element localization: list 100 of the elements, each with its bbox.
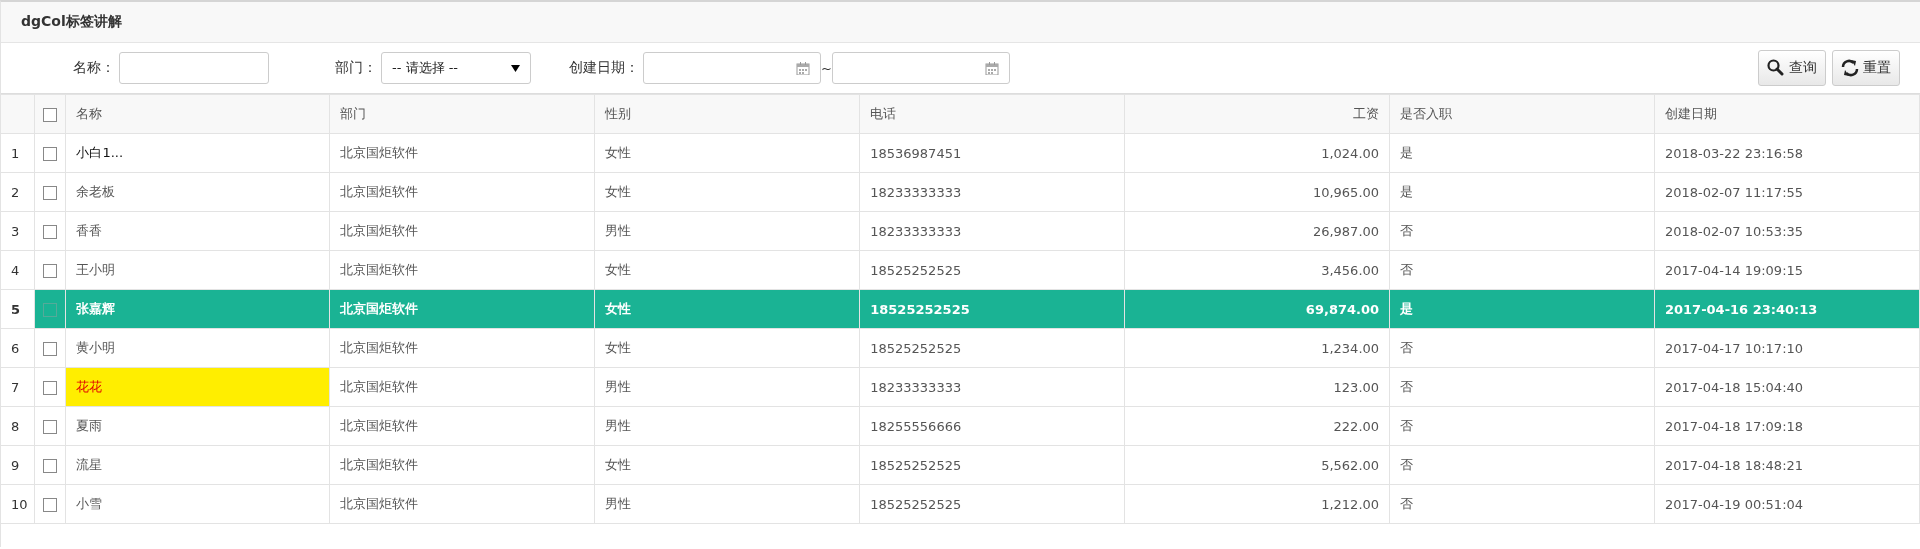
table-cell: 222.00 <box>1124 406 1390 446</box>
table-cell: 女性 <box>594 445 860 485</box>
table-cell: 北京国炬软件 <box>329 133 595 173</box>
table-row[interactable]: 1 小白1... 北京国炬软件 女性 18536987451 1,024.00 是 2018-03-22 23:16:58 <box>1 133 1920 173</box>
table-cell: 女性 <box>594 250 860 290</box>
table-cell: 2017-04-18 17:09:18 <box>1654 406 1920 446</box>
table-cell: 2018-02-07 11:17:55 <box>1654 172 1920 212</box>
date-field[interactable] <box>831 52 1010 84</box>
table-cell: 否 <box>1389 328 1655 368</box>
column-header[interactable]: 工资 <box>1124 94 1390 134</box>
table-cell: 北京国炬软件 <box>329 445 595 485</box>
column-header[interactable]: 创建日期 <box>1654 94 1920 134</box>
table-cell: 张嘉辉 <box>65 289 330 329</box>
column-header[interactable]: 名称 <box>65 94 330 134</box>
panel-title: dgCol标签讲解 <box>21 13 122 31</box>
table-cell: 18525252525 <box>859 445 1125 485</box>
dropdown[interactable]: -- 请选择 -- <box>381 52 531 84</box>
table-cell: 北京国炬软件 <box>329 484 595 524</box>
table-cell: 18233333333 <box>859 172 1125 212</box>
column-header[interactable]: 电话 <box>859 94 1125 134</box>
table-cell: 小白1... <box>65 133 330 173</box>
table-cell: 2017-04-18 15:04:40 <box>1654 367 1920 407</box>
date-field[interactable] <box>643 52 821 84</box>
checkbox[interactable] <box>43 263 58 278</box>
table-cell: 女性 <box>594 172 860 212</box>
table-cell: 北京国炬软件 <box>329 328 595 368</box>
table-cell: 1,212.00 <box>1124 484 1390 524</box>
row-number: 10 <box>1 484 35 524</box>
table-cell: 2017-04-18 18:48:21 <box>1654 445 1920 485</box>
caret-icon <box>511 64 520 72</box>
table-cell: 夏雨 <box>65 406 330 446</box>
table-cell: 123.00 <box>1124 367 1390 407</box>
table-cell: 2017-04-17 10:17:10 <box>1654 328 1920 368</box>
table-cell: 18525252525 <box>859 328 1125 368</box>
table-cell: 男性 <box>594 367 860 407</box>
checkbox[interactable] <box>43 458 58 473</box>
table-cell: 北京国炬软件 <box>329 367 595 407</box>
table-cell: 18525252525 <box>859 250 1125 290</box>
table-row[interactable]: 4 王小明 北京国炬软件 女性 18525252525 3,456.00 否 2017-04-14 19:09:15 <box>1 250 1920 290</box>
table-cell: 流星 <box>65 445 330 485</box>
refresh-icon <box>1841 59 1859 77</box>
table-cell: 北京国炬软件 <box>329 172 595 212</box>
field-label: 名称： <box>73 59 115 77</box>
table-cell: 香香 <box>65 211 330 251</box>
table-cell: 否 <box>1389 367 1655 407</box>
search-button[interactable]: 查询 <box>1758 50 1826 86</box>
table-row[interactable]: 6 黄小明 北京国炬软件 女性 18525252525 1,234.00 否 2017-04-17 10:17:10 <box>1 328 1920 368</box>
table-cell: 女性 <box>594 289 860 329</box>
column-header[interactable]: 是否入职 <box>1389 94 1655 134</box>
table-cell: 小雪 <box>65 484 330 524</box>
table-cell: 18525252525 <box>859 484 1125 524</box>
table-cell: 69,874.00 <box>1124 289 1390 329</box>
table-cell: 北京国炬软件 <box>329 250 595 290</box>
row-number: 3 <box>1 211 35 251</box>
table-row[interactable]: 3 香香 北京国炬软件 男性 18233333333 26,987.00 否 2018-02-07 10:53:35 <box>1 211 1920 251</box>
field-label: 创建日期： <box>569 59 639 77</box>
checkbox[interactable] <box>43 224 58 239</box>
row-number: 6 <box>1 328 35 368</box>
table-cell: 黄小明 <box>65 328 330 368</box>
table-row[interactable]: 8 夏雨 北京国炬软件 男性 18255556666 222.00 否 2017-04-18 17:09:18 <box>1 406 1920 446</box>
table-cell: 余老板 <box>65 172 330 212</box>
table-cell: 否 <box>1389 211 1655 251</box>
row-number: 2 <box>1 172 35 212</box>
checkbox[interactable] <box>43 146 58 161</box>
row-number: 4 <box>1 250 35 290</box>
table-cell: 18233333333 <box>859 367 1125 407</box>
table-cell: 北京国炬软件 <box>329 289 595 329</box>
column-header[interactable]: 性别 <box>594 94 860 134</box>
calendar-icon <box>984 61 999 75</box>
table-cell: 2017-04-19 00:51:04 <box>1654 484 1920 524</box>
table-cell: 18233333333 <box>859 211 1125 251</box>
table-cell: 花花 <box>65 367 330 407</box>
table-cell: 男性 <box>594 211 860 251</box>
table-row[interactable]: 9 流星 北京国炬软件 女性 18525252525 5,562.00 否 2017-04-18 18:48:21 <box>1 445 1920 485</box>
table-row[interactable]: 10 小雪 北京国炬软件 男性 18525252525 1,212.00 否 2017-04-19 00:51:04 <box>1 484 1920 524</box>
table-cell: 2017-04-16 23:40:13 <box>1654 289 1920 329</box>
table-cell: 否 <box>1389 406 1655 446</box>
checkbox[interactable] <box>43 185 58 200</box>
checkbox[interactable] <box>43 497 58 512</box>
refresh-button[interactable]: 重置 <box>1832 50 1900 86</box>
table-cell: 是 <box>1389 133 1655 173</box>
table-cell: 5,562.00 <box>1124 445 1390 485</box>
table-row[interactable]: 5 张嘉辉 北京国炬软件 女性 18525252525 69,874.00 是 2017-04-16 23:40:13 <box>1 289 1920 329</box>
table-row[interactable]: 7 花花 北京国炬软件 男性 18233333333 123.00 否 2017-04-18 15:04:40 <box>1 367 1920 407</box>
column-header[interactable]: 部门 <box>329 94 595 134</box>
row-number: 1 <box>1 133 35 173</box>
table-cell: 2017-04-14 19:09:15 <box>1654 250 1920 290</box>
table-cell: 王小明 <box>65 250 330 290</box>
table-cell: 女性 <box>594 133 860 173</box>
checkbox[interactable] <box>43 107 58 122</box>
table-cell: 2018-02-07 10:53:35 <box>1654 211 1920 251</box>
checkbox[interactable] <box>43 419 58 434</box>
table-row[interactable]: 2 余老板 北京国炬软件 女性 18233333333 10,965.00 是 2018-02-07 11:17:55 <box>1 172 1920 212</box>
input-field[interactable] <box>119 52 269 84</box>
checkbox[interactable] <box>43 380 58 395</box>
checkbox[interactable] <box>43 302 58 317</box>
table-cell: 是 <box>1389 172 1655 212</box>
checkbox[interactable] <box>43 341 58 356</box>
table-cell: 26,987.00 <box>1124 211 1390 251</box>
table-cell: 3,456.00 <box>1124 250 1390 290</box>
